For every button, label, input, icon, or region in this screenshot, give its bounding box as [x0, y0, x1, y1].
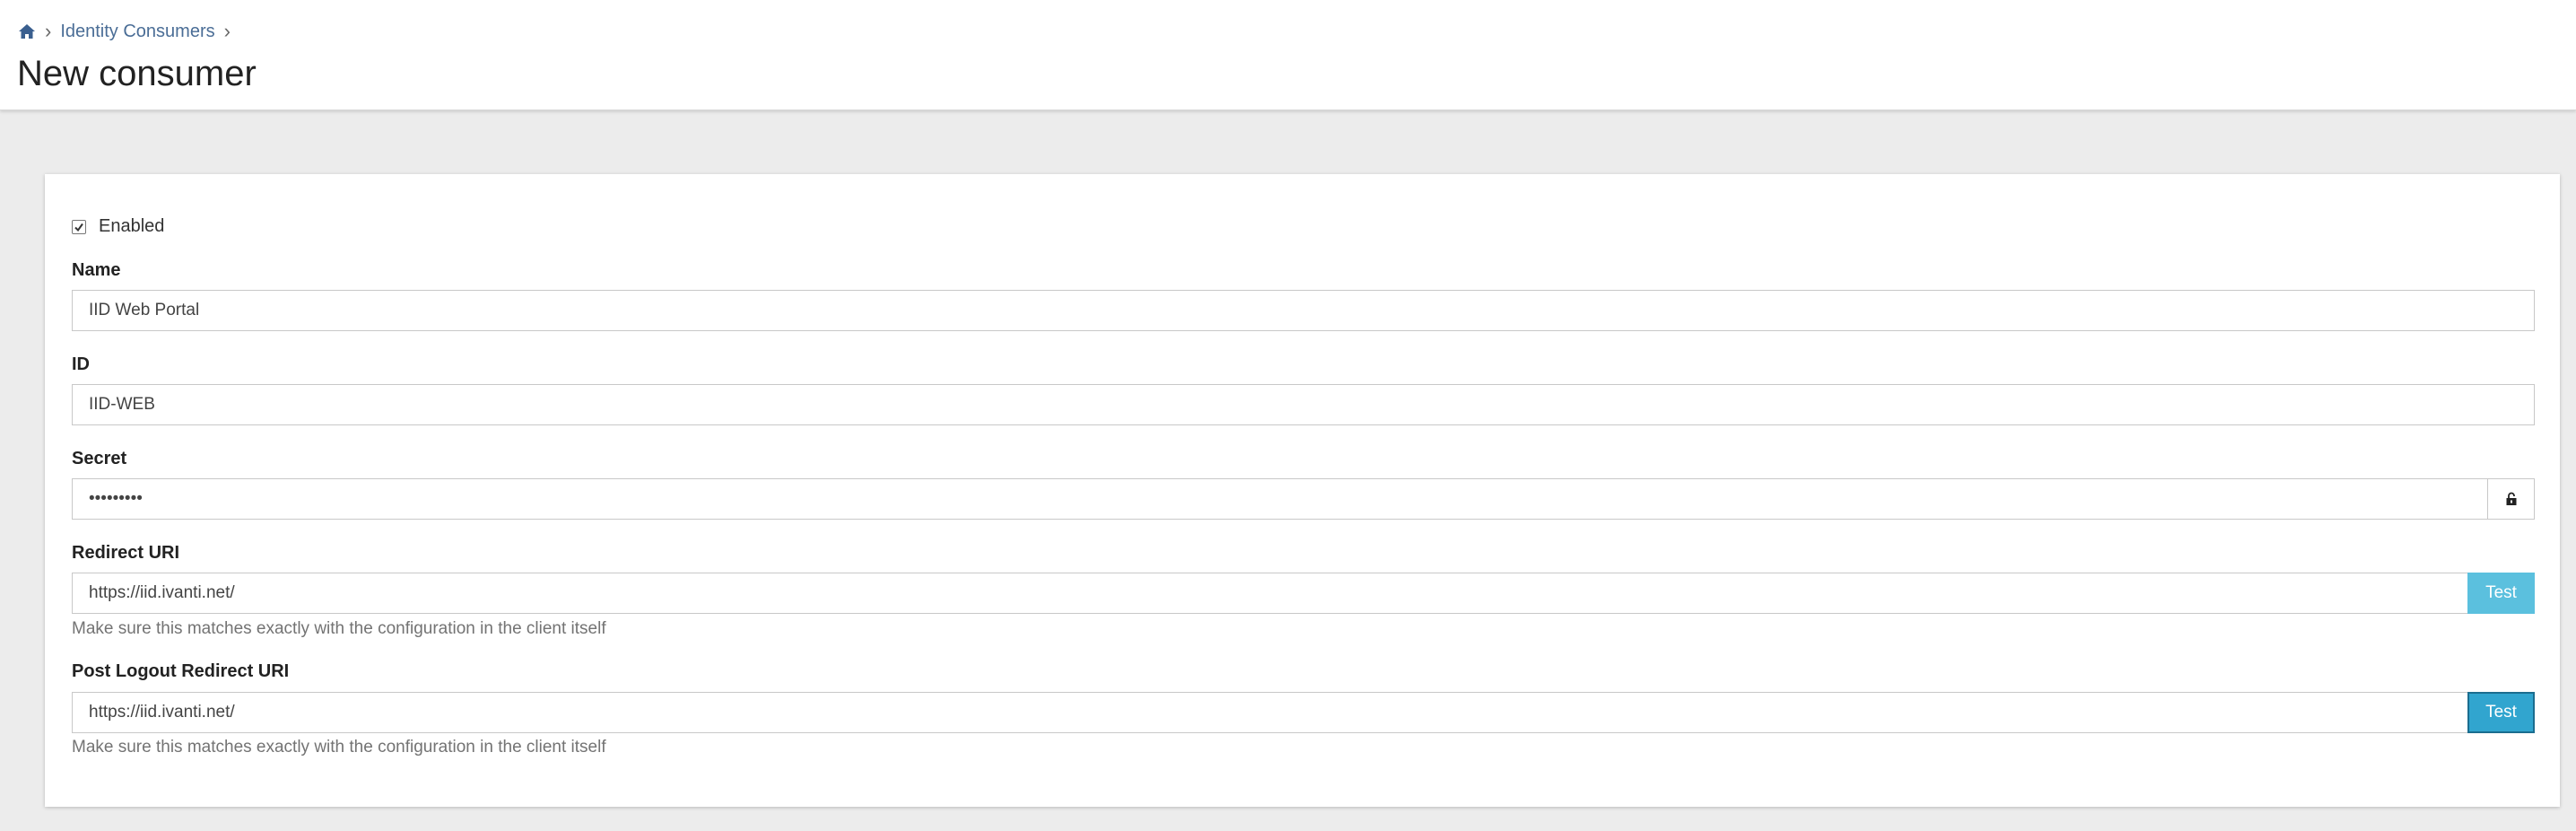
id-input[interactable]: IID-WEB: [72, 384, 2535, 425]
redirect-uri-input[interactable]: https://iid.ivanti.net/: [72, 573, 2468, 614]
secret-label: Secret: [72, 449, 127, 468]
name-input[interactable]: IID Web Portal: [72, 290, 2535, 331]
show-secret-button[interactable]: [2487, 478, 2535, 520]
breadcrumb-identity-consumers[interactable]: Identity Consumers: [60, 22, 214, 42]
enabled-label: Enabled: [99, 216, 165, 236]
enabled-row: Enabled: [72, 216, 164, 237]
home-icon[interactable]: [18, 22, 36, 40]
page-title: New consumer: [17, 54, 257, 93]
redirect-uri-help: Make sure this matches exactly with the …: [72, 619, 606, 638]
chevron-right-icon: ›: [45, 20, 52, 42]
post-logout-redirect-uri-label: Post Logout Redirect URI: [72, 661, 290, 681]
unlock-icon: [2506, 492, 2516, 505]
redirect-uri-label: Redirect URI: [72, 543, 180, 563]
post-logout-redirect-uri-input[interactable]: https://iid.ivanti.net/: [72, 692, 2468, 733]
page-header: › Identity Consumers › New consumer: [0, 0, 2576, 110]
id-label: ID: [72, 354, 90, 374]
consumer-form-card: Enabled Name IID Web Portal ID IID-WEB S…: [45, 174, 2560, 807]
chevron-right-icon: ›: [223, 20, 231, 42]
enabled-checkbox[interactable]: [72, 219, 86, 234]
breadcrumb: › Identity Consumers ›: [18, 20, 239, 43]
name-label: Name: [72, 260, 121, 280]
post-logout-redirect-uri-test-button[interactable]: Test: [2467, 692, 2535, 733]
redirect-uri-test-button[interactable]: Test: [2467, 573, 2535, 614]
checkmark-icon: [74, 223, 83, 232]
secret-input[interactable]: •••••••••: [72, 478, 2488, 520]
post-logout-redirect-uri-help: Make sure this matches exactly with the …: [72, 738, 606, 757]
